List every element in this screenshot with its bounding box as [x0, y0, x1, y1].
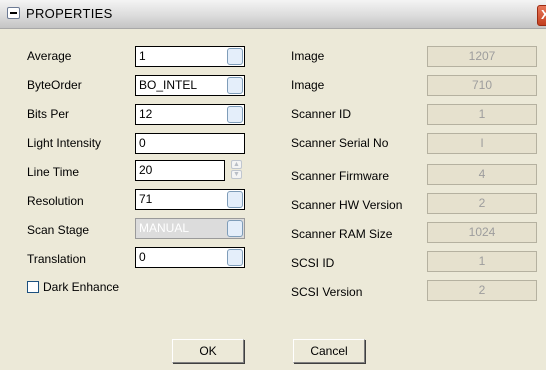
bits-per-dropdown[interactable]: 12: [135, 104, 245, 125]
scanner-hw-version-value: 2: [427, 193, 537, 214]
scsi-version-label: SCSI Version: [291, 285, 363, 299]
dropdown-button-icon[interactable]: [227, 106, 243, 123]
average-label: Average: [27, 49, 72, 63]
spinner-arrows-icon[interactable]: ▲ ▼: [231, 160, 242, 179]
dropdown-button-icon[interactable]: [227, 249, 243, 266]
line-time-value: 20: [139, 163, 153, 177]
ok-button[interactable]: OK: [172, 339, 244, 363]
dropdown-button-icon[interactable]: [227, 191, 243, 208]
dropdown-button-icon[interactable]: [227, 77, 243, 94]
translation-value: 0: [139, 250, 146, 264]
image-width-value: 1207: [427, 46, 537, 67]
dark-enhance-checkbox[interactable]: [27, 281, 39, 293]
byteorder-dropdown[interactable]: BO_INTEL: [135, 75, 245, 96]
scanner-serial-label: Scanner Serial No: [291, 136, 389, 150]
average-dropdown[interactable]: 1: [135, 46, 245, 67]
scanner-ram-size-value: 1024: [427, 222, 537, 243]
scanner-ram-size-label: Scanner RAM Size: [291, 227, 393, 241]
scanner-firmware-label: Scanner Firmware: [291, 169, 390, 183]
resolution-label: Resolution: [27, 194, 84, 208]
line-time-label: Line Time: [27, 165, 80, 179]
close-icon[interactable]: X: [537, 5, 546, 26]
scsi-version-value: 2: [427, 280, 537, 301]
minus-icon[interactable]: [7, 7, 20, 19]
spin-up-icon[interactable]: ▲: [231, 160, 242, 169]
scanner-hw-version-label: Scanner HW Version: [291, 198, 403, 212]
resolution-dropdown[interactable]: 71: [135, 189, 245, 210]
dropdown-button-icon[interactable]: [227, 48, 243, 65]
properties-dialog: PROPERTIES X Average 1 ByteOrder BO_INTE…: [0, 0, 546, 370]
spin-down-icon[interactable]: ▼: [231, 170, 242, 179]
scan-stage-dropdown[interactable]: MANUAL: [135, 218, 245, 239]
bits-per-label: Bits Per: [27, 107, 70, 121]
scanner-firmware-value: 4: [427, 164, 537, 185]
scan-stage-value: MANUAL: [139, 221, 190, 235]
average-value: 1: [139, 49, 146, 63]
dark-enhance-label[interactable]: Dark Enhance: [43, 280, 119, 294]
light-intensity-label: Light Intensity: [27, 136, 102, 150]
line-time-input[interactable]: 20: [135, 160, 225, 181]
image-height-value: 710: [427, 75, 537, 96]
translation-label: Translation: [27, 252, 86, 266]
image-height-label: Image: [291, 78, 325, 92]
byteorder-label: ByteOrder: [27, 78, 82, 92]
scsi-id-label: SCSI ID: [291, 256, 335, 270]
scanner-serial-value: I: [427, 133, 537, 154]
light-intensity-input[interactable]: 0: [135, 133, 245, 154]
title-bar[interactable]: PROPERTIES X: [0, 0, 546, 29]
bits-per-value: 12: [139, 107, 153, 121]
byteorder-value: BO_INTEL: [139, 78, 198, 92]
close-glyph: X: [541, 7, 546, 22]
scanner-id-label: Scanner ID: [291, 107, 352, 121]
image-width-label: Image: [291, 49, 325, 63]
translation-dropdown[interactable]: 0: [135, 247, 245, 268]
light-intensity-value: 0: [139, 136, 146, 150]
resolution-value: 71: [139, 192, 153, 206]
scsi-id-value: 1: [427, 251, 537, 272]
dropdown-button-icon[interactable]: [227, 220, 243, 237]
window-title: PROPERTIES: [26, 6, 113, 21]
scan-stage-label: Scan Stage: [27, 223, 90, 237]
cancel-button[interactable]: Cancel: [293, 339, 365, 363]
scanner-id-value: 1: [427, 104, 537, 125]
